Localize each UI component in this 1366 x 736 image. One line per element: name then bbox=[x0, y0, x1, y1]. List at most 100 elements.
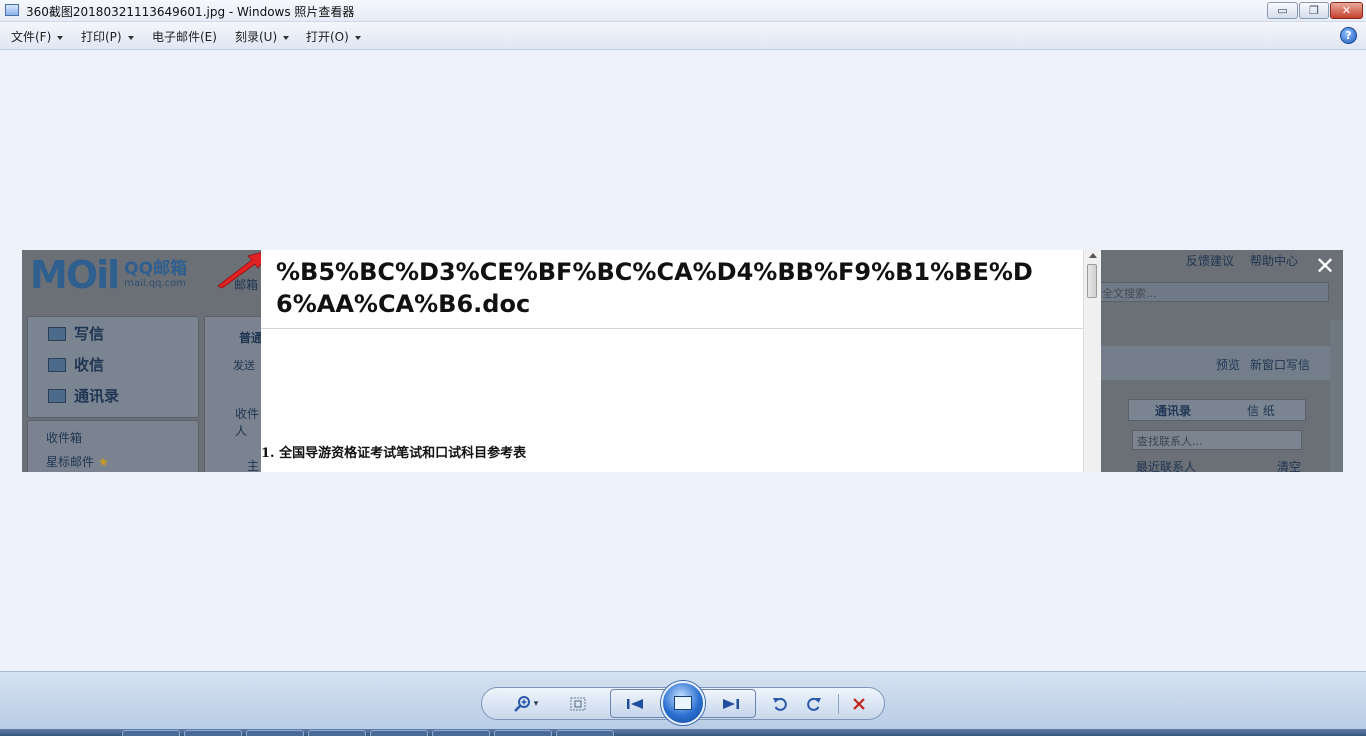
watermark: TestorAdmin.com bbox=[1180, 696, 1276, 709]
preview-link: 预览 bbox=[1216, 358, 1241, 372]
chevron-down-icon bbox=[283, 35, 290, 40]
taskbar-item[interactable] bbox=[556, 730, 614, 736]
taskbar-item[interactable] bbox=[122, 730, 180, 736]
title-bar: 360截图20180321113649601.jpg - Windows 照片查… bbox=[0, 0, 1366, 22]
divider bbox=[261, 328, 1083, 329]
contacts-label: 通讯录 bbox=[74, 387, 120, 405]
compose-panel: 普通 发送 收件人 主 bbox=[204, 316, 266, 472]
viewer-toolbar: ▾ TestorAdmin.com bbox=[0, 671, 1366, 729]
next-icon bbox=[723, 699, 739, 709]
document-first-line: 1. 全国导游资格证考试笔试和口试科目参考表 bbox=[261, 446, 527, 461]
previous-icon bbox=[627, 699, 643, 709]
contact-search-input: 查找联系人... bbox=[1132, 430, 1302, 450]
menu-burn[interactable]: 刻录(U) bbox=[235, 28, 290, 45]
help-icon: ? bbox=[1345, 29, 1352, 42]
menu-burn-label: 刻录(U) bbox=[235, 30, 278, 44]
zoom-button[interactable]: ▾ bbox=[509, 693, 543, 715]
close-icon: ✕ bbox=[1341, 4, 1352, 17]
compose-button: 写信 bbox=[48, 323, 104, 344]
taskbar-item[interactable] bbox=[494, 730, 552, 736]
taskbar-item[interactable] bbox=[370, 730, 428, 736]
taskbar-item[interactable] bbox=[184, 730, 242, 736]
clear-link: 清空 bbox=[1277, 460, 1302, 472]
folder-list: 收件箱 星标邮件 ★ bbox=[27, 420, 199, 472]
menu-file[interactable]: 文件(F) bbox=[11, 28, 64, 45]
fit-window-button[interactable] bbox=[567, 693, 589, 715]
qq-mail-logo: MOil QQ邮箱 mail.qq.com bbox=[30, 253, 188, 297]
contact-search-placeholder: 查找联系人... bbox=[1137, 435, 1203, 448]
maximize-button[interactable]: ❐ bbox=[1299, 2, 1329, 19]
tab-contacts: 通讯录 bbox=[1155, 404, 1192, 418]
inbox-link: 收件箱 bbox=[46, 431, 83, 445]
compose-options-bar: 预览 新窗口写信 bbox=[1100, 346, 1330, 380]
download-icon bbox=[48, 357, 66, 372]
window-title: 360截图20180321113649601.jpg - Windows 照片查… bbox=[26, 5, 355, 19]
slideshow-icon bbox=[674, 696, 692, 710]
photo-viewer-canvas: MOil QQ邮箱 mail.qq.com 邮箱 写信 收信 通讯录 收件箱 星… bbox=[0, 51, 1366, 671]
next-button[interactable] bbox=[716, 693, 746, 715]
chevron-down-icon: ▾ bbox=[533, 699, 539, 709]
rotate-left-icon bbox=[773, 697, 787, 711]
menu-file-label: 文件(F) bbox=[11, 30, 52, 44]
mail-search-placeholder: 全文搜索... bbox=[1102, 287, 1157, 300]
toolbar-separator bbox=[838, 694, 839, 714]
close-icon: ✕ bbox=[1314, 252, 1336, 280]
mail-scrollbar bbox=[1330, 320, 1343, 472]
contacts-button: 通讯录 bbox=[48, 385, 119, 406]
scroll-up-icon bbox=[1089, 253, 1097, 258]
tab-stationery: 信 纸 bbox=[1247, 404, 1275, 418]
side-tabs: 通讯录 信 纸 bbox=[1128, 399, 1306, 421]
scroll-thumb bbox=[1087, 264, 1097, 298]
close-window-button[interactable]: ✕ bbox=[1330, 2, 1363, 19]
chevron-down-icon bbox=[354, 35, 361, 40]
receive-label: 收信 bbox=[74, 356, 105, 374]
feedback-link: 反馈建议 bbox=[1186, 254, 1235, 268]
menu-email-label: 电子邮件(E) bbox=[152, 30, 217, 44]
fit-window-icon bbox=[570, 697, 586, 711]
contacts-icon bbox=[48, 388, 66, 403]
taskbar bbox=[0, 729, 1366, 736]
chevron-down-icon bbox=[57, 35, 64, 40]
previous-button[interactable] bbox=[620, 693, 650, 715]
new-window-link: 新窗口写信 bbox=[1250, 358, 1311, 372]
minimize-icon: ▭ bbox=[1277, 4, 1288, 17]
help-center-link: 帮助中心 bbox=[1250, 254, 1299, 268]
menu-open[interactable]: 打开(O) bbox=[306, 28, 361, 45]
taskbar-item[interactable] bbox=[432, 730, 490, 736]
minimize-button[interactable]: ▭ bbox=[1267, 2, 1298, 19]
rotate-right-button[interactable] bbox=[803, 693, 825, 715]
menu-print-label: 打印(P) bbox=[81, 30, 122, 44]
mail-search-input: 全文搜索... bbox=[1097, 282, 1329, 302]
chevron-down-icon bbox=[127, 35, 134, 40]
rotate-right-icon bbox=[807, 697, 821, 711]
starred-label: 星标邮件 bbox=[46, 455, 95, 469]
rotate-left-button[interactable] bbox=[769, 693, 791, 715]
logo-mark: MOil bbox=[30, 253, 120, 297]
document-scrollbar bbox=[1083, 250, 1101, 472]
recent-contacts-label: 最近联系人 bbox=[1136, 460, 1197, 472]
compose-label: 写信 bbox=[74, 325, 105, 343]
receive-button: 收信 bbox=[48, 354, 104, 375]
subject-label: 主 bbox=[247, 459, 260, 472]
mail-actions-panel: 写信 收信 通讯录 bbox=[27, 316, 199, 418]
slideshow-button[interactable] bbox=[661, 681, 705, 725]
displayed-image: MOil QQ邮箱 mail.qq.com 邮箱 写信 收信 通讯录 收件箱 星… bbox=[22, 250, 1343, 472]
tab-normal: 普通 bbox=[239, 331, 264, 345]
pencil-icon bbox=[48, 326, 66, 341]
taskbar-item[interactable] bbox=[308, 730, 366, 736]
logo-name: QQ邮箱 bbox=[124, 258, 188, 279]
menu-email[interactable]: 电子邮件(E) bbox=[152, 28, 217, 45]
photo-viewer-app-icon bbox=[5, 4, 19, 16]
delete-icon bbox=[853, 698, 865, 710]
zoom-icon bbox=[513, 696, 530, 712]
taskbar-item[interactable] bbox=[246, 730, 304, 736]
document-preview-dialog: %B5%BC%D3%CE%BF%BC%CA%D4%BB%F9%B1%BE%D6%… bbox=[261, 250, 1101, 472]
menu-print[interactable]: 打印(P) bbox=[81, 28, 134, 45]
menu-open-label: 打开(O) bbox=[306, 30, 349, 44]
restore-icon: ❐ bbox=[1309, 4, 1319, 17]
starred-link: 星标邮件 ★ bbox=[46, 453, 109, 470]
delete-button[interactable] bbox=[848, 693, 870, 715]
send-button: 发送 bbox=[233, 359, 255, 372]
help-button[interactable]: ? bbox=[1340, 27, 1357, 44]
document-title: %B5%BC%D3%CE%BF%BC%CA%D4%BB%F9%B1%BE%D6%… bbox=[276, 258, 1033, 318]
